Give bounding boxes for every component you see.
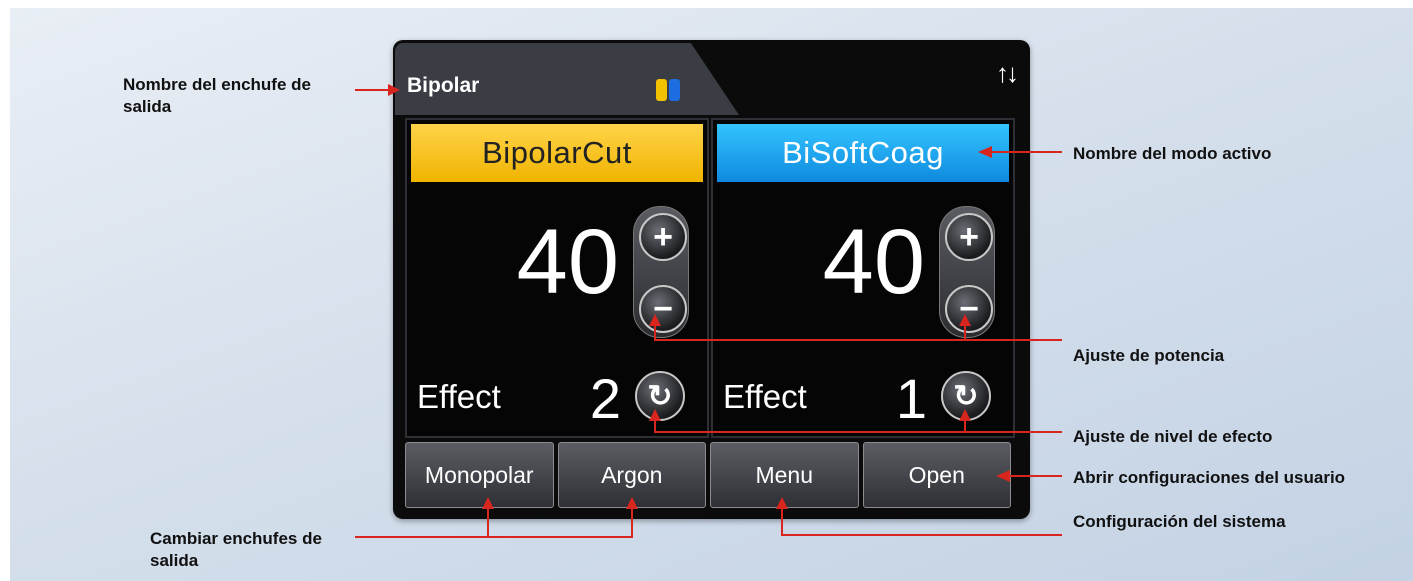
callout-active-mode: Nombre del modo activo xyxy=(1073,144,1272,163)
callout-effect-setting: Ajuste de nivel de efecto xyxy=(1073,427,1273,446)
callout-system-config: Configuración del sistema xyxy=(1073,512,1286,531)
stage: Bipolar ↑↓ BipolarCut 40 + − Effect 2 ↻ … xyxy=(0,0,1413,581)
callout-socket-name: Nombre del enchufe de salida xyxy=(123,75,311,116)
callout-user-settings: Abrir configuraciones del usuario xyxy=(1073,468,1346,487)
callout-power-setting: Ajuste de potencia xyxy=(1073,346,1225,365)
callout-change-sockets: Cambiar enchufes de salida xyxy=(150,529,322,570)
